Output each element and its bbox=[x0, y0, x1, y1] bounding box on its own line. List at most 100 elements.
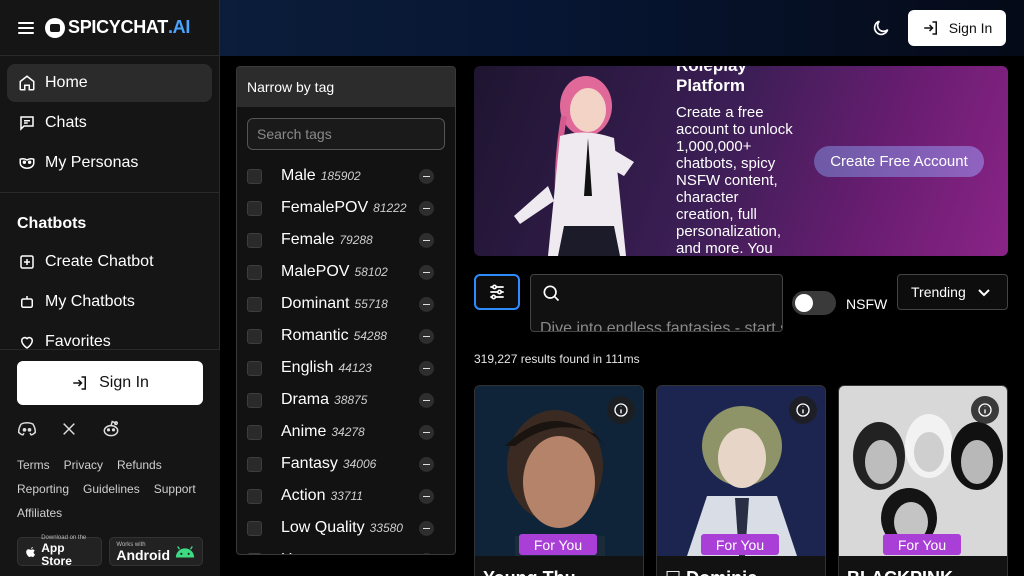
sidebar-sign-in-button[interactable]: Sign In bbox=[17, 361, 203, 405]
tag-checkbox[interactable] bbox=[247, 200, 262, 216]
logo[interactable]: SPICYCHAT .AI bbox=[45, 17, 190, 38]
tag-count: 185902 bbox=[320, 169, 361, 183]
reddit-icon[interactable] bbox=[101, 419, 121, 439]
sidebar-item-my-chatbots[interactable]: My Chatbots bbox=[7, 283, 212, 321]
tag-checkbox[interactable] bbox=[247, 424, 262, 440]
link-affiliates[interactable]: Affiliates bbox=[17, 506, 62, 520]
bot-icon bbox=[18, 293, 36, 311]
tag-name: Male bbox=[281, 167, 316, 184]
link-refunds[interactable]: Refunds bbox=[117, 458, 162, 472]
sidebar-item-create-chatbot[interactable]: Create Chatbot bbox=[7, 243, 212, 281]
chatbot-card[interactable]: For You Young Thu... bbox=[474, 385, 644, 576]
sidebar-item-home[interactable]: Home bbox=[7, 64, 212, 102]
banner-body: Create a free account to unlock 1,000,00… bbox=[676, 104, 793, 256]
tag-row: Anime 34278 bbox=[237, 416, 455, 448]
tag-name: Drama bbox=[281, 391, 330, 408]
tag-checkbox[interactable] bbox=[247, 456, 262, 472]
exclude-tag-icon[interactable] bbox=[419, 168, 434, 184]
tag-name: MalePOV bbox=[281, 263, 350, 280]
tag-row: English 44123 bbox=[237, 352, 455, 384]
info-icon[interactable] bbox=[971, 396, 999, 424]
x-icon[interactable] bbox=[59, 419, 79, 439]
tag-name: Horror bbox=[281, 551, 326, 554]
moon-icon[interactable] bbox=[871, 18, 891, 38]
exclude-tag-icon[interactable] bbox=[419, 264, 434, 280]
tag-checkbox[interactable] bbox=[247, 168, 262, 184]
exclude-tag-icon[interactable] bbox=[419, 456, 434, 472]
tag-checkbox[interactable] bbox=[247, 520, 262, 536]
android-icon bbox=[175, 545, 195, 557]
card-title: Young Thu... bbox=[483, 568, 591, 576]
exclude-tag-icon[interactable] bbox=[419, 392, 434, 408]
sidebar-item-label: Chats bbox=[45, 114, 87, 131]
tag-search-input[interactable] bbox=[247, 118, 445, 150]
exclude-tag-icon[interactable] bbox=[419, 296, 434, 312]
tag-row: MalePOV 58102 bbox=[237, 256, 455, 288]
tag-checkbox[interactable] bbox=[247, 488, 262, 504]
sidebar-item-chats[interactable]: Chats bbox=[7, 104, 212, 142]
logo-text: SPICYCHAT bbox=[68, 17, 168, 37]
search-input[interactable]: Dive into endless fantasies - start sear… bbox=[530, 274, 783, 332]
sidebar-item-label: Create Chatbot bbox=[45, 253, 154, 270]
exclude-tag-icon[interactable] bbox=[419, 488, 434, 504]
chatbot-card[interactable]: For You ☐ Dominic... bbox=[656, 385, 826, 576]
social-links bbox=[17, 419, 203, 439]
footer-links: Terms Privacy Refunds Reporting Guidelines S… bbox=[17, 453, 203, 525]
card-title: ☐ Dominic... bbox=[665, 568, 772, 576]
top-sign-in-button[interactable]: Sign In bbox=[908, 10, 1006, 46]
nsfw-toggle[interactable] bbox=[792, 291, 836, 315]
tag-name: Anime bbox=[281, 423, 327, 440]
android-button[interactable]: Works with Android bbox=[109, 537, 203, 566]
brand-bar: SPICYCHAT .AI bbox=[0, 0, 219, 56]
sidebar-item-my-personas[interactable]: My Personas bbox=[7, 144, 212, 182]
menu-icon[interactable] bbox=[18, 21, 34, 34]
chatbot-card[interactable]: For You BLACKPINK bbox=[838, 385, 1008, 576]
create-free-account-button[interactable]: Create Free Account bbox=[814, 146, 984, 177]
tag-name: Fantasy bbox=[281, 455, 338, 472]
tag-checkbox[interactable] bbox=[247, 328, 262, 344]
link-privacy[interactable]: Privacy bbox=[64, 458, 103, 472]
tag-count: 34006 bbox=[342, 457, 377, 471]
tag-name: Romantic bbox=[281, 327, 349, 344]
main-nav: Home Chats My Personas bbox=[0, 56, 219, 193]
tag-count: 38875 bbox=[334, 393, 368, 407]
tag-checkbox[interactable] bbox=[247, 392, 262, 408]
sort-dropdown[interactable]: Trending bbox=[897, 274, 1008, 310]
tag-count: 33711 bbox=[330, 489, 363, 503]
tag-count: 79288 bbox=[339, 233, 373, 247]
tag-count: 34278 bbox=[331, 425, 365, 439]
discord-icon[interactable] bbox=[17, 419, 37, 439]
exclude-tag-icon[interactable] bbox=[419, 232, 434, 248]
tag-checkbox[interactable] bbox=[247, 296, 262, 312]
exclude-tag-icon[interactable] bbox=[419, 552, 434, 554]
exclude-tag-icon[interactable] bbox=[419, 520, 434, 536]
link-guidelines[interactable]: Guidelines bbox=[83, 482, 140, 496]
tag-checkbox[interactable] bbox=[247, 232, 262, 248]
logo-icon bbox=[45, 17, 65, 38]
plus-square-icon bbox=[18, 253, 36, 271]
tag-filter-panel: Narrow by tag Male185902FemalePOV81222Fe… bbox=[236, 66, 456, 555]
app-store-button[interactable]: Download on the App Store bbox=[17, 535, 103, 568]
link-reporting[interactable]: Reporting bbox=[17, 482, 69, 496]
filter-toggle-button[interactable] bbox=[474, 274, 520, 310]
info-icon[interactable] bbox=[789, 396, 817, 424]
sign-in-icon bbox=[923, 21, 937, 35]
nsfw-label: NSFW bbox=[846, 296, 888, 312]
exclude-tag-icon[interactable] bbox=[419, 200, 434, 216]
sort-value: Trending bbox=[911, 284, 966, 300]
tag-checkbox[interactable] bbox=[247, 360, 262, 376]
for-you-badge: For You bbox=[883, 534, 961, 555]
info-icon[interactable] bbox=[607, 396, 635, 424]
banner-character-image bbox=[514, 76, 634, 256]
tag-checkbox[interactable] bbox=[247, 552, 262, 554]
promo-banner: Roleplay Platform Create a free account … bbox=[474, 66, 1008, 256]
exclude-tag-icon[interactable] bbox=[419, 360, 434, 376]
link-terms[interactable]: Terms bbox=[17, 458, 50, 472]
exclude-tag-icon[interactable] bbox=[419, 424, 434, 440]
link-support[interactable]: Support bbox=[154, 482, 196, 496]
tag-count: 58102 bbox=[354, 265, 388, 279]
tag-checkbox[interactable] bbox=[247, 264, 262, 280]
exclude-tag-icon[interactable] bbox=[419, 328, 434, 344]
tag-row: Male 185902 bbox=[237, 160, 455, 192]
mask-icon bbox=[18, 154, 36, 172]
